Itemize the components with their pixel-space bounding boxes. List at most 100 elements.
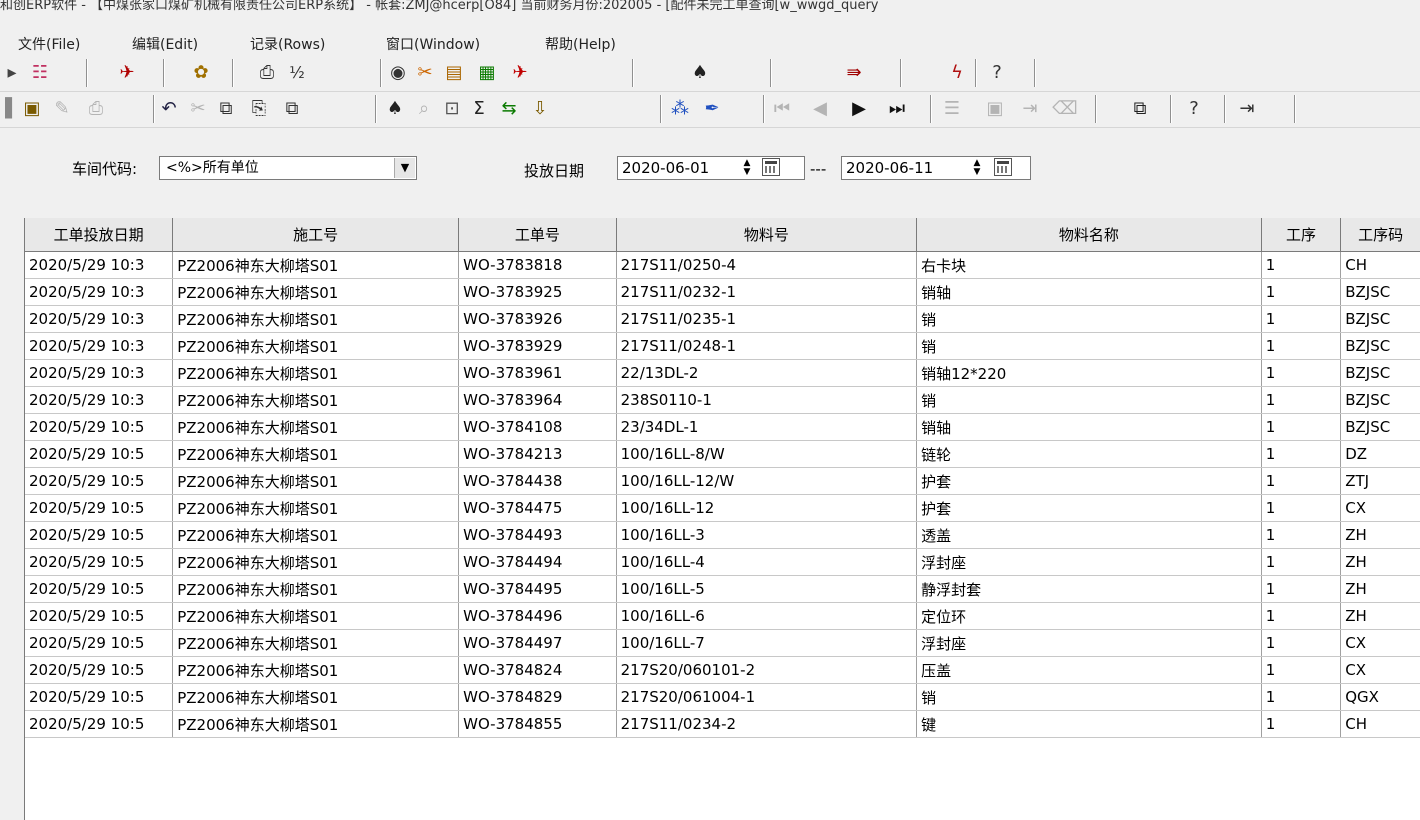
table-cell[interactable]: 2020/5/29 10:5: [25, 656, 174, 684]
table-cell[interactable]: 压盖: [916, 656, 1262, 684]
table-cell[interactable]: PZ2006神东大柳塔S01: [172, 521, 460, 549]
table-cell[interactable]: PZ2006神东大柳塔S01: [172, 494, 460, 522]
table-cell[interactable]: WO-3784475: [458, 494, 617, 522]
workorder-grid[interactable]: 工单投放日期 施工号 工单号 物料号 物料名称 工序 工序码 2020/5/29 10:3 P…: [24, 218, 1420, 820]
table-cell[interactable]: PZ2006神东大柳塔S01: [172, 251, 460, 279]
table-cell[interactable]: WO-3784496: [458, 602, 617, 630]
menu-help[interactable]: 帮助(Help): [545, 34, 616, 54]
table-row[interactable]: 2020/5/29 10:5 PZ2006神东大柳塔S01 WO-3784496 10…: [25, 602, 1420, 630]
table-cell[interactable]: WO-3784497: [458, 629, 617, 657]
exit-icon[interactable]: ⇥: [1235, 97, 1259, 121]
table-cell[interactable]: 静浮封套: [916, 575, 1262, 603]
table-cell[interactable]: 护套: [916, 467, 1262, 495]
table-cell[interactable]: BZJSC: [1340, 386, 1420, 414]
table-row[interactable]: 2020/5/29 10:5 PZ2006神东大柳塔S01 WO-3784829 21…: [25, 683, 1420, 711]
table-cell[interactable]: 1: [1261, 602, 1342, 630]
print-disabled-icon[interactable]: ⎙: [84, 97, 108, 121]
help-icon-2[interactable]: ?: [1182, 97, 1206, 121]
table-cell[interactable]: QGX: [1340, 683, 1420, 711]
query-icon[interactable]: ⊡: [440, 97, 464, 121]
lightning-icon[interactable]: ϟ: [945, 61, 969, 85]
table-cell[interactable]: ZH: [1340, 602, 1420, 630]
table-cell[interactable]: 2020/5/29 10:5: [25, 413, 174, 441]
last-icon[interactable]: ⏭: [885, 97, 909, 121]
table-cell[interactable]: 销轴: [916, 278, 1262, 306]
table-cell[interactable]: 定位环: [916, 602, 1262, 630]
table-cell[interactable]: 护套: [916, 494, 1262, 522]
date-from-field[interactable]: 2020-06-01 ▲ ▼: [617, 156, 805, 180]
table-cell[interactable]: 2020/5/29 10:3: [25, 251, 174, 279]
table-cell[interactable]: CH: [1340, 710, 1420, 738]
table-cell[interactable]: 2020/5/29 10:5: [25, 494, 174, 522]
table-cell[interactable]: 100/16LL-12/W: [616, 467, 918, 495]
menu-edit[interactable]: 编辑(Edit): [132, 34, 198, 54]
table-cell[interactable]: 1: [1261, 710, 1342, 738]
table-cell[interactable]: 1: [1261, 683, 1342, 711]
table-cell[interactable]: 217S11/0235-1: [616, 305, 918, 333]
export-icon[interactable]: ⇛: [842, 61, 866, 85]
copy-icon[interactable]: ⧉: [214, 97, 238, 121]
table-cell[interactable]: PZ2006神东大柳塔S01: [172, 602, 460, 630]
table-row[interactable]: 2020/5/29 10:5 PZ2006神东大柳塔S01 WO-3784438 10…: [25, 467, 1420, 495]
table-cell[interactable]: PZ2006神东大柳塔S01: [172, 629, 460, 657]
table-cell[interactable]: ZH: [1340, 575, 1420, 603]
printer-icon[interactable]: ⎙: [255, 61, 279, 85]
table-cell[interactable]: 1: [1261, 656, 1342, 684]
print-setup-icon[interactable]: ✈: [115, 61, 139, 85]
filter-icon[interactable]: ☷: [28, 61, 52, 85]
table-cell[interactable]: BZJSC: [1340, 413, 1420, 441]
table-cell[interactable]: ZTJ: [1340, 467, 1420, 495]
table-cell[interactable]: 1: [1261, 251, 1342, 279]
table-cell[interactable]: 2020/5/29 10:5: [25, 629, 174, 657]
table-cell[interactable]: 1: [1261, 575, 1342, 603]
undo-icon[interactable]: ↶: [157, 97, 181, 121]
table-cell[interactable]: WO-3783926: [458, 305, 617, 333]
fraction-icon[interactable]: ½: [285, 61, 309, 85]
table-cell[interactable]: WO-3784108: [458, 413, 617, 441]
table-cell[interactable]: 100/16LL-5: [616, 575, 918, 603]
table-row[interactable]: 2020/5/29 10:5 PZ2006神东大柳塔S01 WO-3784108 23…: [25, 413, 1420, 441]
table-cell[interactable]: 2020/5/29 10:5: [25, 602, 174, 630]
table-cell[interactable]: 2020/5/29 10:3: [25, 278, 174, 306]
table-row[interactable]: 2020/5/29 10:3 PZ2006神东大柳塔S01 WO-3783964 23…: [25, 386, 1420, 414]
next-icon[interactable]: ▶: [847, 97, 871, 121]
table-cell[interactable]: 1: [1261, 332, 1342, 360]
column-header[interactable]: 工单投放日期: [25, 218, 174, 252]
table-row[interactable]: 2020/5/29 10:5 PZ2006神东大柳塔S01 WO-3784213 10…: [25, 440, 1420, 468]
table-row[interactable]: 2020/5/29 10:5 PZ2006神东大柳塔S01 WO-3784824 21…: [25, 656, 1420, 684]
table-cell[interactable]: WO-3784495: [458, 575, 617, 603]
table-cell[interactable]: PZ2006神东大柳塔S01: [172, 305, 460, 333]
table-cell[interactable]: 浮封座: [916, 548, 1262, 576]
table-cell[interactable]: WO-3784855: [458, 710, 617, 738]
swap-icon[interactable]: ⇆: [497, 97, 521, 121]
menu-rows[interactable]: 记录(Rows): [250, 34, 325, 54]
append-icon[interactable]: ⇥: [1018, 97, 1042, 121]
table-cell[interactable]: WO-3783925: [458, 278, 617, 306]
save-icon[interactable]: ▣: [20, 97, 44, 121]
table-cell[interactable]: 217S20/060101-2: [616, 656, 918, 684]
table-cell[interactable]: CX: [1340, 629, 1420, 657]
table-row[interactable]: 2020/5/29 10:3 PZ2006神东大柳塔S01 WO-3783925 21…: [25, 278, 1420, 306]
table-cell[interactable]: BZJSC: [1340, 332, 1420, 360]
table-cell[interactable]: CX: [1340, 656, 1420, 684]
table-cell[interactable]: 销: [916, 683, 1262, 711]
table-cell[interactable]: 1: [1261, 359, 1342, 387]
table-cell[interactable]: 1: [1261, 440, 1342, 468]
table-cell[interactable]: CX: [1340, 494, 1420, 522]
retrieve-icon[interactable]: ⇩: [528, 97, 552, 121]
table-cell[interactable]: 100/16LL-7: [616, 629, 918, 657]
table-cell[interactable]: PZ2006神东大柳塔S01: [172, 683, 460, 711]
column-header[interactable]: 物料号: [616, 218, 918, 252]
table-cell[interactable]: 浮封座: [916, 629, 1262, 657]
table-cell[interactable]: WO-3784494: [458, 548, 617, 576]
search-icon[interactable]: ⌕: [412, 97, 436, 121]
table-cell[interactable]: PZ2006神东大柳塔S01: [172, 386, 460, 414]
table-cell[interactable]: 1: [1261, 413, 1342, 441]
brush-icon[interactable]: ✒: [700, 97, 724, 121]
table-cell[interactable]: 1: [1261, 521, 1342, 549]
tools-icon[interactable]: ✂: [413, 61, 437, 85]
column-header[interactable]: 工序码: [1340, 218, 1420, 252]
table-cell[interactable]: 2020/5/29 10:5: [25, 440, 174, 468]
paste-icon[interactable]: ⎘: [247, 97, 271, 121]
table-cell[interactable]: WO-3784829: [458, 683, 617, 711]
